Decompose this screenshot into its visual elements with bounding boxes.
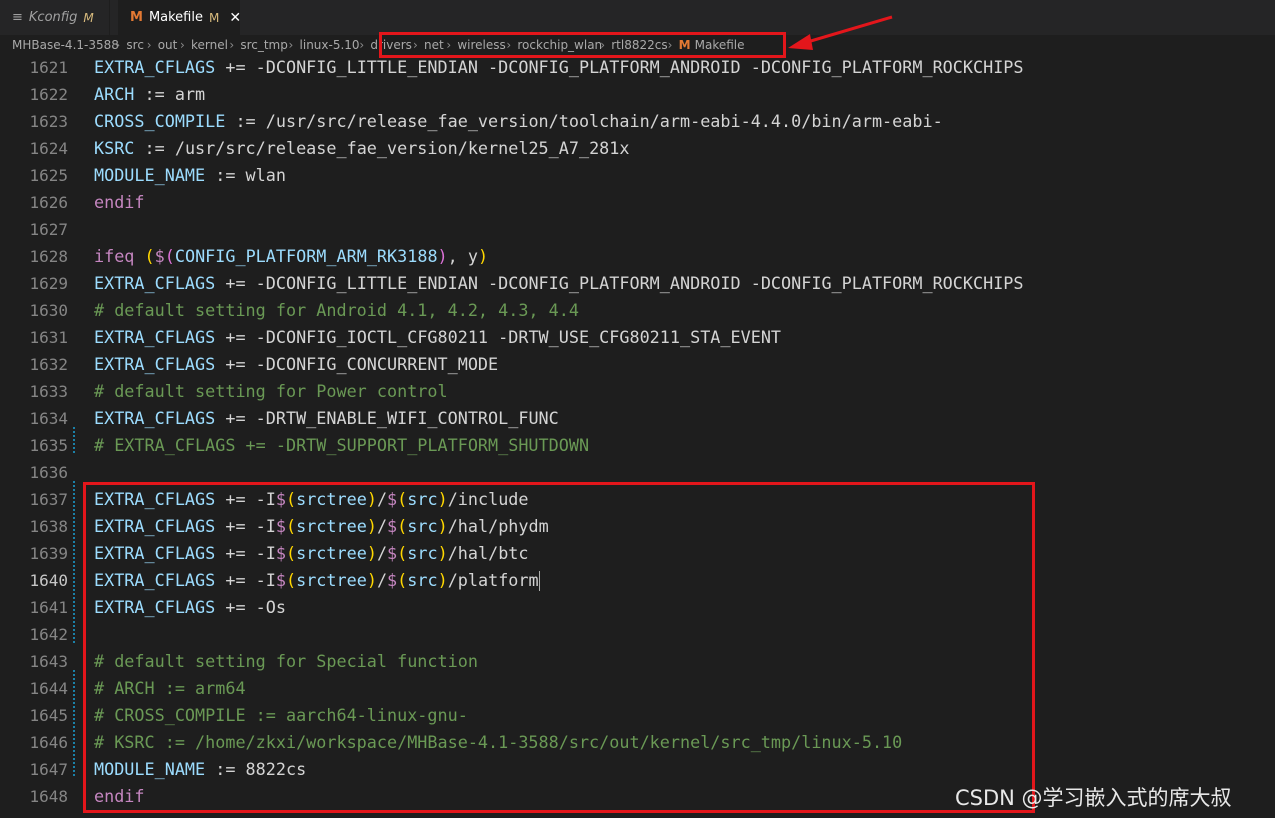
- code-line[interactable]: 1622 ARCH := arm: [0, 81, 1275, 108]
- chevron-right-icon: ›: [359, 38, 365, 52]
- tab-bar: ≡ Kconfig M M Makefile M ✕: [0, 0, 1275, 35]
- line-number: 1645: [29, 706, 68, 725]
- code-line[interactable]: 1628 ifeq ($(CONFIG_PLATFORM_ARM_RK3188),…: [0, 243, 1275, 270]
- breadcrumb-item[interactable]: kernel: [191, 38, 228, 52]
- code-line[interactable]: 1626 endif: [0, 189, 1275, 216]
- gutter-change-indicator: [73, 481, 75, 643]
- line-number: 1632: [29, 355, 68, 374]
- line-number: 1635: [29, 436, 68, 455]
- line-number: 1628: [29, 247, 68, 266]
- code-line[interactable]: 1625 MODULE_NAME := wlan: [0, 162, 1275, 189]
- tab-label: Makefile: [148, 10, 203, 25]
- line-number: 1621: [29, 58, 68, 77]
- code-line[interactable]: 1624 KSRC := /usr/src/release_fae_version…: [0, 135, 1275, 162]
- chevron-right-icon: ›: [179, 38, 185, 52]
- line-number: 1627: [29, 220, 68, 239]
- chevron-right-icon: ›: [229, 38, 235, 52]
- chevron-right-icon: ›: [146, 38, 152, 52]
- gutter-change-indicator: [73, 427, 75, 454]
- modified-indicator: M: [208, 10, 220, 25]
- code-text: MODULE_NAME := wlan: [94, 165, 286, 185]
- code-text: EXTRA_CFLAGS += -DRTW_ENABLE_WIFI_CONTRO…: [94, 408, 559, 428]
- code-text: CROSS_COMPILE := /usr/src/release_fae_ve…: [94, 111, 943, 131]
- line-number: 1638: [29, 517, 68, 536]
- code-text: endif: [94, 192, 145, 212]
- line-number: 1633: [29, 382, 68, 401]
- code-line[interactable]: 1634 EXTRA_CFLAGS += -DRTW_ENABLE_WIFI_CO…: [0, 405, 1275, 432]
- code-text: EXTRA_CFLAGS += -DCONFIG_IOCTL_CFG80211 …: [94, 327, 782, 347]
- line-number: 1625: [29, 166, 68, 185]
- list-icon: ≡: [12, 10, 23, 25]
- breadcrumb-item[interactable]: src: [126, 38, 144, 52]
- line-number: 1626: [29, 193, 68, 212]
- code-line[interactable]: 1623 CROSS_COMPILE := /usr/src/release_fa…: [0, 108, 1275, 135]
- highlight-box-breadcrumb: [379, 32, 786, 58]
- annotation-arrow-icon: [788, 15, 893, 50]
- line-number: 1629: [29, 274, 68, 293]
- code-line[interactable]: 1621 EXTRA_CFLAGS += -DCONFIG_LITTLE_ENDI…: [0, 54, 1275, 81]
- line-number: 1646: [29, 733, 68, 752]
- code-line[interactable]: 1632 EXTRA_CFLAGS += -DCONFIG_CONCURRENT_…: [0, 351, 1275, 378]
- code-line[interactable]: 1630 # default setting for Android 4.1, 4…: [0, 297, 1275, 324]
- code-text: KSRC := /usr/src/release_fae_version/ker…: [94, 138, 630, 158]
- code-text: # EXTRA_CFLAGS += -DRTW_SUPPORT_PLATFORM…: [94, 435, 590, 455]
- breadcrumb-item[interactable]: out: [158, 38, 178, 52]
- code-text: EXTRA_CFLAGS += -DCONFIG_LITTLE_ENDIAN -…: [94, 273, 1024, 293]
- breadcrumb-item[interactable]: linux-5.10: [300, 38, 360, 52]
- line-number: 1622: [29, 85, 68, 104]
- line-number: 1623: [29, 112, 68, 131]
- line-number: 1648: [29, 787, 68, 806]
- code-line[interactable]: 1631 EXTRA_CFLAGS += -DCONFIG_IOCTL_CFG80…: [0, 324, 1275, 351]
- code-text: ifeq ($(CONFIG_PLATFORM_ARM_RK3188), y): [94, 246, 489, 266]
- breadcrumb-item[interactable]: MHBase-4.1-3588: [12, 38, 119, 52]
- code-text: # default setting for Android 4.1, 4.2, …: [94, 300, 579, 320]
- line-number: 1630: [29, 301, 68, 320]
- line-number: 1631: [29, 328, 68, 347]
- line-number: 1639: [29, 544, 68, 563]
- line-number: 1641: [29, 598, 68, 617]
- breadcrumb-item[interactable]: src_tmp: [240, 38, 288, 52]
- line-number: 1642: [29, 625, 68, 644]
- line-number: 1644: [29, 679, 68, 698]
- chevron-right-icon: ›: [115, 38, 121, 52]
- code-text: EXTRA_CFLAGS += -DCONFIG_CONCURRENT_MODE: [94, 354, 499, 374]
- line-number: 1643: [29, 652, 68, 671]
- line-number: 1640: [29, 571, 68, 590]
- code-line[interactable]: 1633 # default setting for Power control: [0, 378, 1275, 405]
- close-icon[interactable]: ✕: [229, 10, 241, 26]
- modified-indicator: M: [83, 10, 94, 25]
- chevron-right-icon: ›: [288, 38, 294, 52]
- line-number: 1624: [29, 139, 68, 158]
- line-number: 1634: [29, 409, 68, 428]
- code-text: ARCH := arm: [94, 84, 206, 104]
- line-number: 1637: [29, 490, 68, 509]
- gutter-change-indicator: [73, 670, 75, 778]
- code-line[interactable]: 1629 EXTRA_CFLAGS += -DCONFIG_LITTLE_ENDI…: [0, 270, 1275, 297]
- tab-makefile[interactable]: M Makefile M ✕: [118, 0, 241, 35]
- code-text: # default setting for Power control: [94, 381, 448, 401]
- line-number: 1636: [29, 463, 68, 482]
- tab-label: Kconfig: [28, 10, 78, 25]
- highlight-box-code: [83, 482, 1035, 813]
- code-text: EXTRA_CFLAGS += -DCONFIG_LITTLE_ENDIAN -…: [94, 57, 1024, 77]
- code-line[interactable]: 1627: [0, 216, 1275, 243]
- tab-kconfig[interactable]: ≡ Kconfig M: [0, 0, 110, 35]
- code-line[interactable]: 1635 # EXTRA_CFLAGS += -DRTW_SUPPORT_PLAT…: [0, 432, 1275, 459]
- makefile-icon: M: [130, 10, 143, 25]
- watermark: CSDN @学习嵌入式的席大叔: [955, 786, 1232, 810]
- line-number: 1647: [29, 760, 68, 779]
